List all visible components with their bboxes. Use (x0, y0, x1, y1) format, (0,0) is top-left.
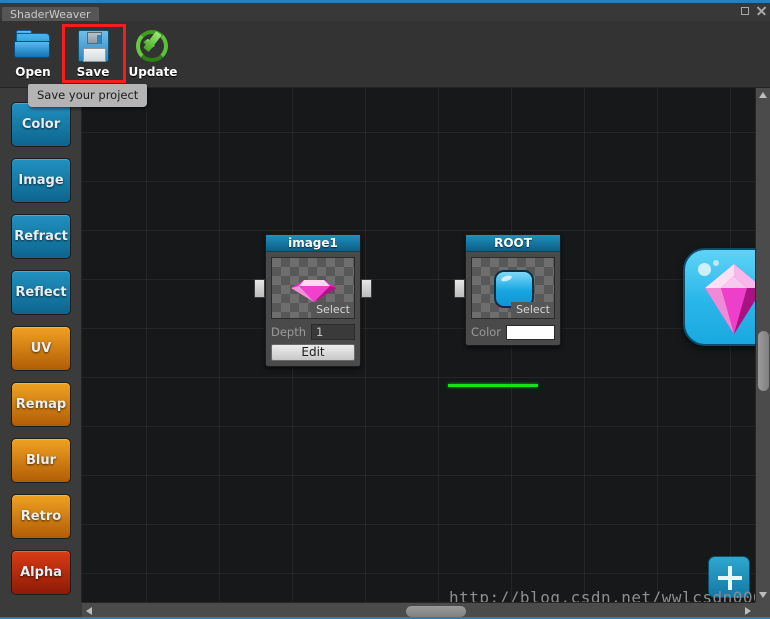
node-body: Select Depth 1 Edit (266, 252, 360, 366)
open-button[interactable]: Open (4, 25, 62, 85)
node-body: Select Color (466, 252, 560, 345)
sidebar-item-retro[interactable]: Retro (11, 494, 71, 539)
title-bar: ShaderWeaver (0, 3, 770, 32)
folder-icon (12, 25, 54, 67)
sidebar-item-label: Color (21, 117, 61, 132)
update-button[interactable]: Update (124, 25, 182, 85)
save-tooltip: Save your project (28, 84, 148, 107)
open-button-label: Open (15, 65, 51, 79)
edit-button[interactable]: Edit (271, 344, 355, 361)
node-output-port[interactable] (361, 279, 372, 298)
window-controls (741, 6, 766, 16)
sidebar-item-label: Alpha (20, 565, 62, 580)
save-button[interactable]: Save (64, 25, 122, 85)
maximize-icon[interactable] (741, 7, 749, 15)
sidebar-item-label: Image (18, 173, 64, 188)
depth-input[interactable]: 1 (311, 324, 355, 340)
vertical-scroll-thumb[interactable] (758, 331, 769, 391)
sidebar-item-label: Reflect (15, 285, 67, 300)
green-check-icon (132, 25, 174, 67)
vertical-scrollbar[interactable] (755, 88, 770, 602)
scroll-right-arrow-icon[interactable] (745, 607, 751, 615)
node-title: image1 (266, 235, 360, 252)
toolbar: Open Save Update (0, 21, 770, 88)
node-preview-thumbnail[interactable]: Select (471, 257, 555, 319)
color-row: Color (471, 324, 555, 340)
select-button[interactable]: Select (511, 302, 554, 318)
scroll-down-arrow-icon[interactable] (759, 592, 767, 598)
sidebar-item-refract[interactable]: Refract (11, 214, 71, 259)
update-button-label: Update (128, 65, 178, 79)
sidebar-item-blur[interactable]: Blur (11, 438, 71, 483)
node-root[interactable]: ROOT Select Color (454, 234, 561, 346)
horizontal-scroll-thumb[interactable] (406, 606, 466, 617)
sidebar-item-label: Refract (14, 229, 68, 244)
scroll-up-arrow-icon[interactable] (759, 92, 767, 98)
sidebar-item-color[interactable]: Color (11, 102, 71, 147)
shaderweaver-window: ShaderWeaver Open Save Update Save your … (0, 0, 770, 619)
sidebar-item-label: Blur (25, 453, 57, 468)
sidebar-item-remap[interactable]: Remap (11, 382, 71, 427)
node-title: ROOT (466, 235, 560, 252)
node-input-port[interactable] (454, 279, 465, 298)
close-icon[interactable] (756, 6, 766, 16)
node-input-port[interactable] (254, 279, 265, 298)
color-swatch[interactable] (506, 324, 555, 340)
node-image1[interactable]: image1 Select Depth 1 Edit (254, 234, 372, 367)
color-label: Color (471, 325, 502, 339)
canvas-grid (82, 88, 770, 619)
sidebar-item-label: Remap (15, 397, 67, 412)
node-palette-sidebar: Color Image Refract Reflect UV Remap Blu… (0, 88, 82, 619)
save-button-label: Save (76, 65, 110, 79)
depth-label: Depth (271, 325, 307, 339)
sidebar-item-uv[interactable]: UV (11, 326, 71, 371)
sidebar-item-image[interactable]: Image (11, 158, 71, 203)
sidebar-item-label: Retro (20, 509, 62, 524)
node-preview-thumbnail[interactable]: Select (271, 257, 355, 319)
sidebar-item-alpha[interactable]: Alpha (11, 550, 71, 595)
add-node-button[interactable] (708, 556, 750, 598)
node-graph-canvas[interactable]: image1 Select Depth 1 Edit ROOT Select C… (82, 88, 770, 619)
scroll-left-arrow-icon[interactable] (86, 607, 92, 615)
window-tab-shaderweaver[interactable]: ShaderWeaver (2, 7, 99, 22)
sidebar-item-label: UV (30, 341, 52, 356)
select-button[interactable]: Select (311, 302, 354, 318)
node-connection-link[interactable] (448, 384, 538, 387)
sidebar-item-reflect[interactable]: Reflect (11, 270, 71, 315)
depth-row: Depth 1 (271, 324, 355, 340)
pink-gem-thumbnail-icon (291, 280, 337, 302)
floppy-disk-icon (72, 25, 114, 67)
